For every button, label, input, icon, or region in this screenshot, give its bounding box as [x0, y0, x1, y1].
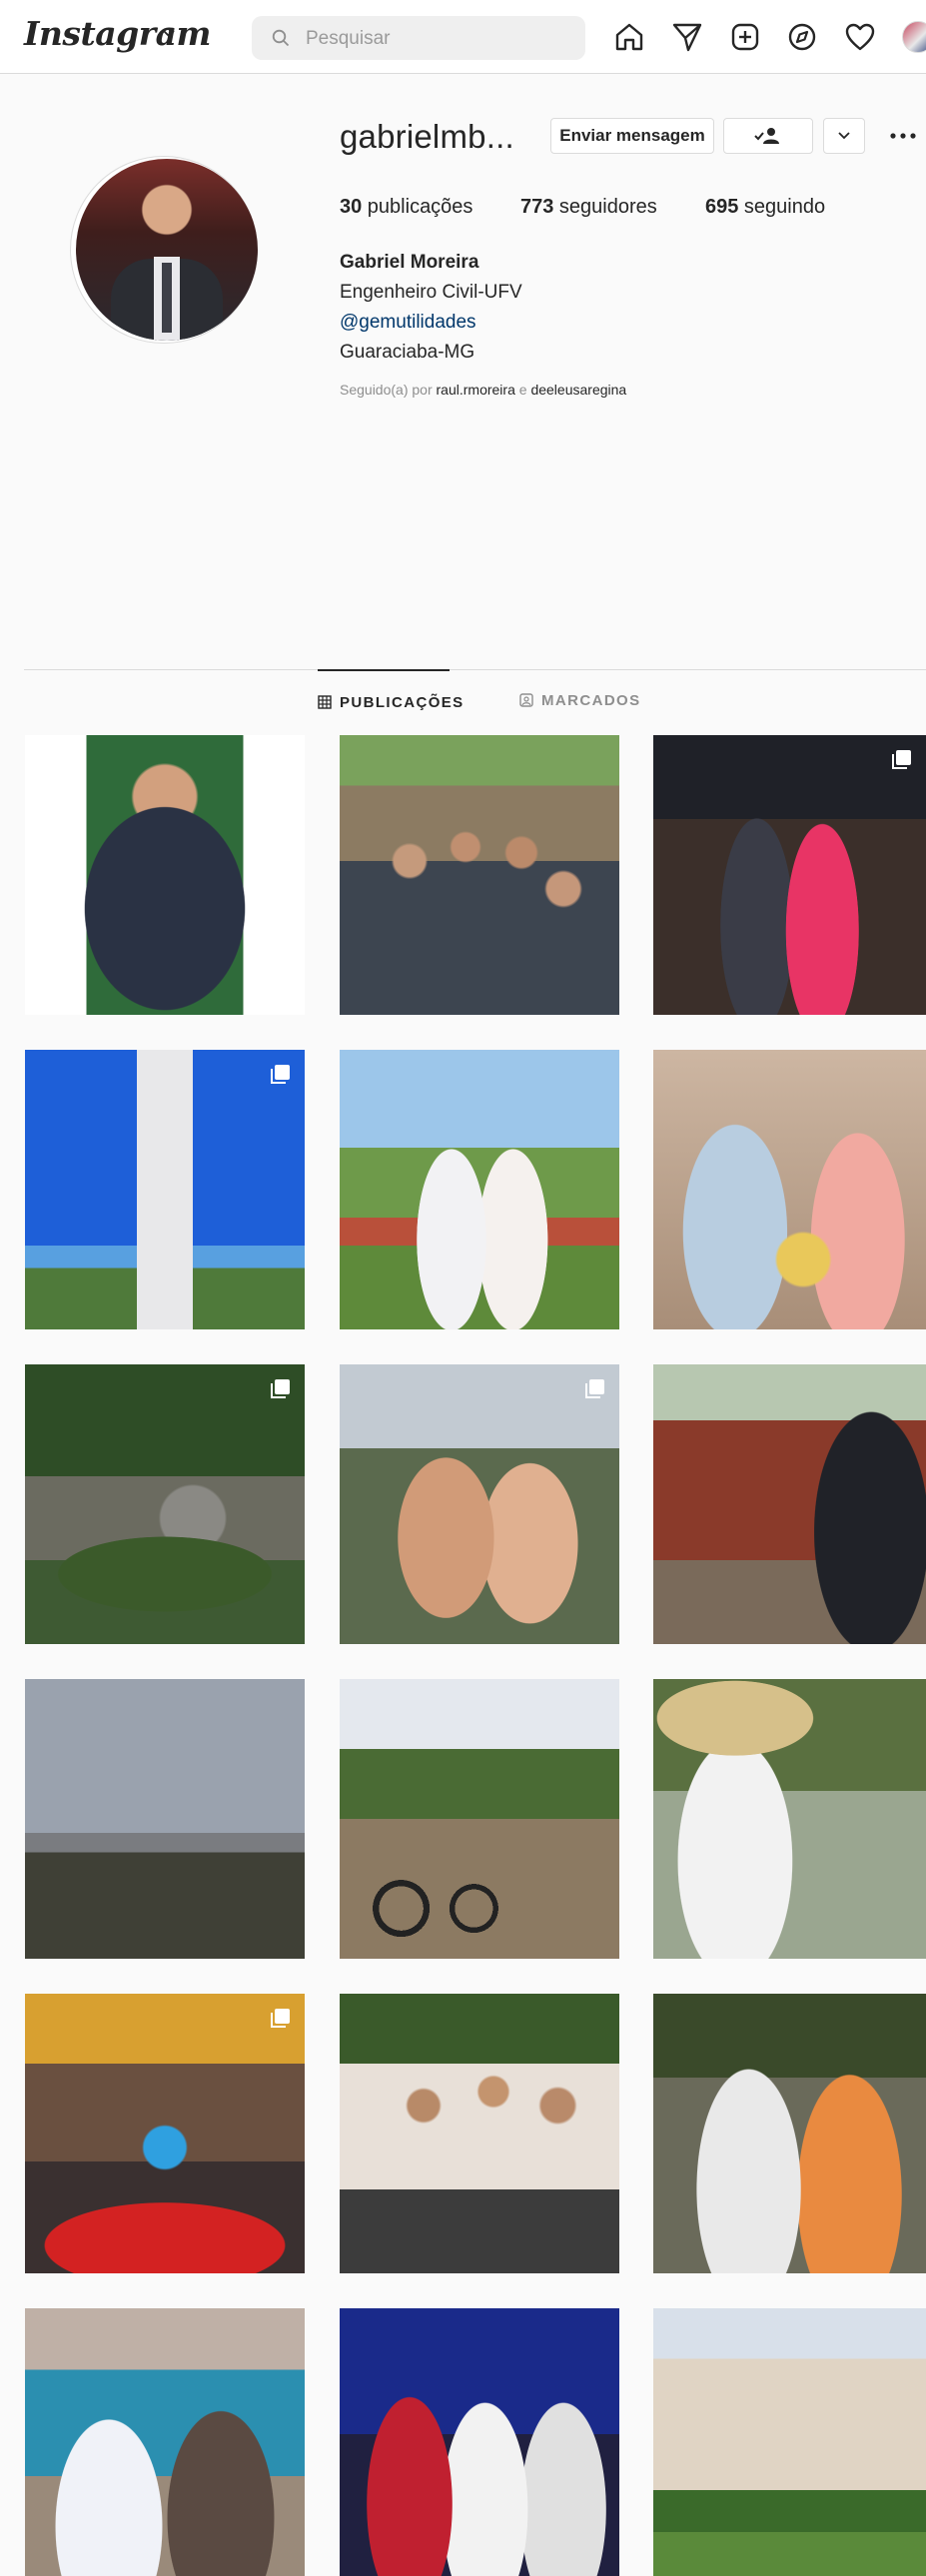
followed-user-2[interactable]: deeleusaregina — [530, 382, 626, 398]
followers-label: seguidores — [553, 196, 657, 218]
following-count[interactable]: 695 seguindo — [705, 196, 825, 219]
post-couple-formal-event[interactable] — [653, 735, 926, 1015]
following-label: seguindo — [738, 196, 826, 218]
suggested-accounts-button[interactable] — [823, 118, 865, 154]
followed-by-text[interactable]: Seguido(a) por raul.rmoreira e deeleusar… — [340, 382, 626, 398]
post-group-bar[interactable] — [25, 1994, 305, 2273]
tabs-divider — [24, 669, 926, 670]
more-options-icon[interactable] — [888, 125, 918, 147]
chevron-down-icon — [838, 132, 850, 140]
post-university-building[interactable] — [653, 2308, 926, 2576]
followers-count[interactable]: 773 seguidores — [520, 196, 657, 219]
carousel-icon — [271, 2009, 290, 2028]
avatar-tie — [162, 263, 172, 333]
following-button[interactable] — [723, 118, 813, 154]
user-check-icon — [754, 128, 779, 144]
tagged-icon — [519, 693, 533, 707]
post-lighthouse-tower[interactable] — [25, 1050, 305, 1329]
followed-user-1[interactable]: raul.rmoreira — [437, 382, 515, 398]
posts-number: 30 — [340, 196, 363, 218]
post-group-floral-shirts[interactable] — [340, 1994, 619, 2273]
tab-tagged-label: MARCADOS — [541, 692, 641, 709]
top-navigation-bar: Instagram Pesquisar — [0, 0, 926, 74]
carousel-icon — [585, 1379, 604, 1398]
carousel-icon — [271, 1065, 290, 1084]
search-input[interactable]: Pesquisar — [252, 16, 585, 60]
tab-posts-label: PUBLICAÇÕES — [340, 694, 464, 711]
post-bicycle-landscape[interactable] — [340, 1679, 619, 1959]
send-message-button[interactable]: Enviar mensagem — [550, 118, 714, 154]
post-woman-straw-hat[interactable] — [653, 1679, 926, 1959]
post-friends-concert[interactable] — [340, 2308, 619, 2576]
chevron-down-icon[interactable] — [162, 27, 176, 41]
post-couple-palm-tree[interactable] — [340, 1050, 619, 1329]
carousel-icon — [271, 1379, 290, 1398]
post-group-friends-outdoors[interactable] — [340, 735, 619, 1015]
followers-number: 773 — [520, 196, 554, 218]
posts-count: 30 publicações — [340, 196, 472, 219]
tab-tagged[interactable]: MARCADOS — [519, 669, 669, 737]
post-coffee-drying[interactable] — [653, 1364, 926, 1644]
post-couple-sunglasses[interactable] — [653, 1994, 926, 2273]
search-placeholder: Pesquisar — [306, 28, 391, 49]
following-number: 695 — [705, 196, 739, 218]
bio-occupation: Engenheiro Civil-UFV — [340, 282, 522, 303]
new-post-icon[interactable] — [729, 21, 761, 53]
post-sunset-landscape[interactable] — [25, 1679, 305, 1959]
grid-icon — [318, 695, 332, 709]
instagram-logo[interactable]: Instagram — [24, 14, 211, 53]
activity-heart-icon[interactable] — [844, 21, 876, 53]
post-couple-beach[interactable] — [25, 2308, 305, 2576]
search-icon — [272, 29, 290, 47]
profile-full-name: Gabriel Moreira — [340, 252, 479, 273]
bio-mention-link[interactable]: @gemutilidades — [340, 308, 522, 338]
post-couple-selfie-mountain[interactable] — [340, 1364, 619, 1644]
explore-icon[interactable] — [786, 21, 818, 53]
followed-separator: e — [514, 382, 531, 398]
carousel-icon — [892, 750, 911, 769]
post-couple-birthday-cake[interactable] — [653, 1050, 926, 1329]
profile-username: gabrielmb... — [340, 118, 514, 155]
profile-bio: Gabriel Moreira Engenheiro Civil-UFV @ge… — [340, 248, 522, 368]
profile-avatar-icon[interactable] — [902, 21, 926, 53]
direct-messages-icon[interactable] — [671, 21, 703, 53]
tab-posts[interactable]: PUBLICAÇÕES — [318, 669, 463, 737]
posts-label: publicações — [362, 196, 473, 218]
followed-prefix: Seguido(a) por — [340, 382, 437, 398]
post-portrait-praia-shirt[interactable] — [25, 735, 305, 1015]
home-icon[interactable] — [613, 21, 645, 53]
post-river-rocks[interactable] — [25, 1364, 305, 1644]
profile-picture[interactable] — [76, 159, 258, 341]
bio-location: Guaraciaba-MG — [340, 342, 475, 363]
